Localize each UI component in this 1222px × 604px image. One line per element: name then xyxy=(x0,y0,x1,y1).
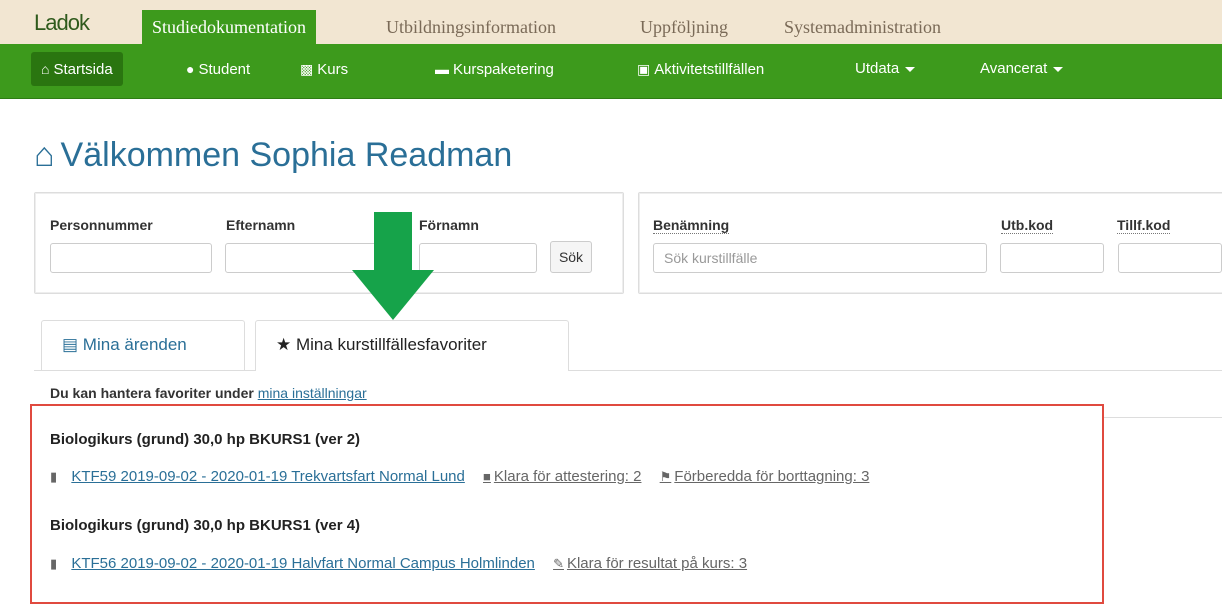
flag-icon: ⚑ xyxy=(659,469,672,484)
tab-studiedokumentation[interactable]: Studiedokumentation xyxy=(142,10,316,44)
efternamn-label: Efternamn xyxy=(226,217,296,233)
tab-label: Mina ärenden xyxy=(82,335,187,354)
nav-label: Kurs xyxy=(317,61,349,78)
attest-text: Klara för attestering: 2 xyxy=(493,468,642,485)
nav-student[interactable]: ● Student xyxy=(176,52,260,86)
ladok-logo[interactable]: Ladok xyxy=(34,10,90,36)
nav-kurs[interactable]: ▩ Kurs xyxy=(290,52,358,86)
home-icon: ⌂ xyxy=(41,61,50,77)
nav-label: Student xyxy=(198,61,251,78)
removal-link[interactable]: ⚑ Förberedda för borttagning: 3 xyxy=(660,468,870,485)
personnummer-label: Personnummer xyxy=(50,217,153,233)
page-title: ⌂ Välkommen Sophia Readman xyxy=(34,136,512,175)
tab-divider xyxy=(34,370,1222,371)
tab-mina-arenden[interactable]: ▤ Mina ärenden xyxy=(41,320,245,370)
annotation-arrow-head xyxy=(352,270,434,320)
course-search-input[interactable]: Sök kurstillfälle xyxy=(653,243,987,273)
star-icon: ★ xyxy=(276,335,292,354)
result-link[interactable]: ✎ Klara för resultat på kurs: 3 xyxy=(553,555,747,572)
nav-startsida[interactable]: ⌂ Startsida xyxy=(31,52,123,86)
search-button[interactable]: Sök xyxy=(550,241,592,273)
benamning-label: Benämning xyxy=(653,217,730,234)
list-item: ▮ KTF59 2019-09-02 - 2020-01-19 Trekvart… xyxy=(50,468,869,485)
welcome-text: Välkommen Sophia Readman xyxy=(60,136,513,174)
main-nav: ⌂ Startsida ● Student ▩ Kurs ▬ Kurspaketerin… xyxy=(0,44,1222,99)
folder-icon: ▬ xyxy=(435,61,449,77)
removal-text: Förberedda för borttagning: 3 xyxy=(674,468,870,485)
nav-avancerat[interactable]: Avancerat xyxy=(970,52,1073,86)
favorites-hint: Du kan hantera favoriter under mina inst… xyxy=(50,385,367,401)
nav-label: Startsida xyxy=(53,61,113,78)
nav-aktivitetstillfallen[interactable]: ▣ Aktivitetstillfällen xyxy=(627,52,774,86)
top-header: Ladok Studiedokumentation Utbildningsinf… xyxy=(0,0,1222,44)
list-item: ▮ KTF56 2019-09-02 - 2020-01-19 Halvfart… xyxy=(50,555,747,572)
course-search-panel: Benämning Utb.kod Tillf.kod Sök kurstill… xyxy=(638,192,1222,294)
caret-down-icon xyxy=(1053,66,1064,72)
archive-icon: ■ xyxy=(483,469,491,484)
hint-text: Du kan hantera favoriter under xyxy=(50,385,254,401)
home-icon: ⌂ xyxy=(34,136,55,174)
tab-label: Mina kurstillfällesfavoriter xyxy=(295,335,487,354)
personnummer-input[interactable] xyxy=(50,243,212,273)
trash-icon[interactable]: ▮ xyxy=(50,556,57,572)
fornamn-label: Förnamn xyxy=(419,217,479,233)
tab-mina-kurstillfallesfavoriter[interactable]: ★ Mina kurstillfällesfavoriter xyxy=(255,320,569,371)
trash-icon[interactable]: ▮ xyxy=(50,469,57,485)
divider xyxy=(1104,417,1222,418)
result-text: Klara för resultat på kurs: 3 xyxy=(566,555,748,572)
caret-down-icon xyxy=(905,66,916,72)
utbkod-input[interactable] xyxy=(1000,243,1104,273)
user-icon: ● xyxy=(186,61,195,77)
attest-link[interactable]: ■ Klara för attestering: 2 xyxy=(483,468,641,485)
inbox-icon: ▤ xyxy=(62,335,79,354)
course-title: Biologikurs (grund) 30,0 hp BKURS1 (ver … xyxy=(50,431,361,448)
pencil-icon: ✎ xyxy=(553,556,564,571)
tillfkod-label: Tillf.kod xyxy=(1117,217,1171,234)
book-icon: ▩ xyxy=(300,61,314,77)
tillfkod-input[interactable] xyxy=(1118,243,1222,273)
nav-label: Kurspaketering xyxy=(453,61,554,78)
course-occasion-link[interactable]: KTF56 2019-09-02 - 2020-01-19 Halvfart N… xyxy=(71,555,535,572)
fornamn-input[interactable] xyxy=(419,243,537,273)
nav-utdata[interactable]: Utdata xyxy=(845,52,925,86)
nav-label: Utdata xyxy=(855,60,900,77)
utbkod-label: Utb.kod xyxy=(1001,217,1054,234)
student-search-panel: Personnummer Efternamn Förnamn Sök xyxy=(34,192,624,294)
tab-systemadministration[interactable]: Systemadministration xyxy=(774,10,951,44)
tab-utbildningsinformation[interactable]: Utbildningsinformation xyxy=(376,10,566,44)
annotation-arrow-shaft xyxy=(374,212,412,272)
nav-kurspaketering[interactable]: ▬ Kurspaketering xyxy=(425,52,564,86)
tab-uppfoljning[interactable]: Uppföljning xyxy=(630,10,738,44)
course-title: Biologikurs (grund) 30,0 hp BKURS1 (ver … xyxy=(50,517,361,534)
course-occasion-link[interactable]: KTF59 2019-09-02 - 2020-01-19 Trekvartsf… xyxy=(71,468,465,485)
settings-link[interactable]: mina inställningar xyxy=(258,385,367,401)
nav-label: Aktivitetstillfällen xyxy=(654,61,765,78)
nav-label: Avancerat xyxy=(980,60,1048,77)
calendar-icon: ▣ xyxy=(637,61,651,77)
